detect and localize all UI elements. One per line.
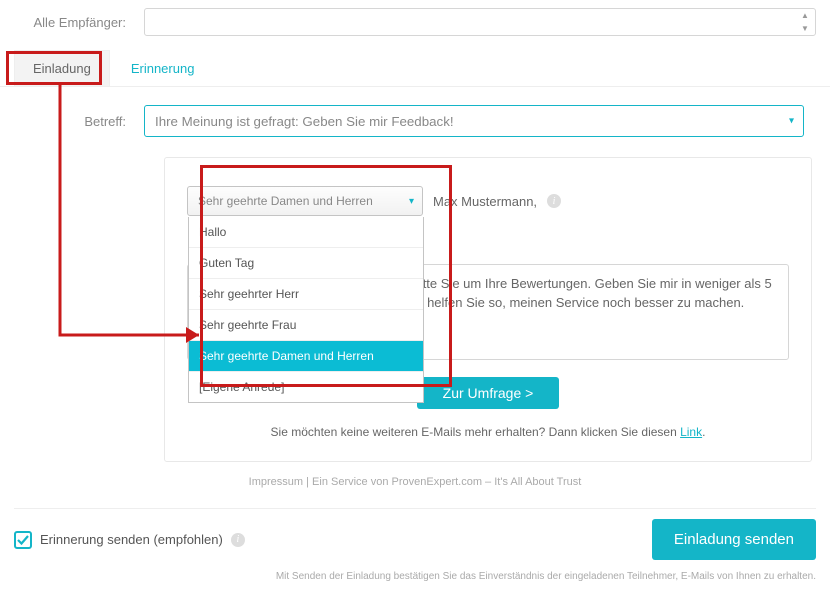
salutation-option[interactable]: [Eigene Anrede] [189,372,423,402]
spinner-down-icon[interactable]: ▼ [796,22,814,35]
salutation-option[interactable]: Sehr geehrte Damen und Herren [189,341,423,372]
message-panel: Sehr geehrte Damen und Herren ▾ HalloGut… [164,157,812,462]
chevron-down-icon: ▾ [409,196,414,207]
reminder-checkbox[interactable] [14,531,32,549]
to-survey-button[interactable]: Zur Umfrage > [417,377,560,409]
salutation-select[interactable]: Sehr geehrte Damen und Herren ▾ HalloGut… [187,186,423,216]
recipients-input[interactable] [144,8,816,36]
optout-text: Sie möchten keine weiteren E-Mails mehr … [187,425,789,439]
info-icon[interactable]: i [231,533,245,547]
tab-reminder[interactable]: Erinnerung [112,50,214,86]
tabs: Einladung Erinnerung [0,50,830,87]
salutation-option[interactable]: Guten Tag [189,248,423,279]
reminder-checkbox-label: Erinnerung senden (empfohlen) [40,532,223,547]
footer-note: Impressum | Ein Service von ProvenExpert… [14,476,816,488]
betreff-label: Betreff: [14,114,144,129]
optout-before: Sie möchten keine weiteren E-Mails mehr … [271,425,681,439]
chevron-down-icon[interactable]: ▾ [789,116,794,127]
betreff-input[interactable] [144,105,804,137]
salutation-selected-value: Sehr geehrte Damen und Herren [198,194,373,208]
salutation-dropdown: HalloGuten TagSehr geehrter HerrSehr gee… [188,217,424,403]
spinner-up-icon[interactable]: ▲ [796,9,814,22]
check-icon [17,534,29,546]
recipients-spinner[interactable]: ▲ ▼ [796,9,814,35]
optout-link[interactable]: Link [680,425,702,439]
send-invitation-button[interactable]: Einladung senden [652,519,816,560]
recipients-label: Alle Empfänger: [14,15,144,30]
info-icon[interactable]: i [547,194,561,208]
salutation-option[interactable]: Sehr geehrte Frau [189,310,423,341]
optout-after: . [702,425,705,439]
salutation-option[interactable]: Hallo [189,217,423,248]
salutation-option[interactable]: Sehr geehrter Herr [189,279,423,310]
tab-invitation[interactable]: Einladung [14,50,110,86]
recipient-name: Max Mustermann, [433,194,537,209]
disclaimer: Mit Senden der Einladung bestätigen Sie … [0,570,830,589]
